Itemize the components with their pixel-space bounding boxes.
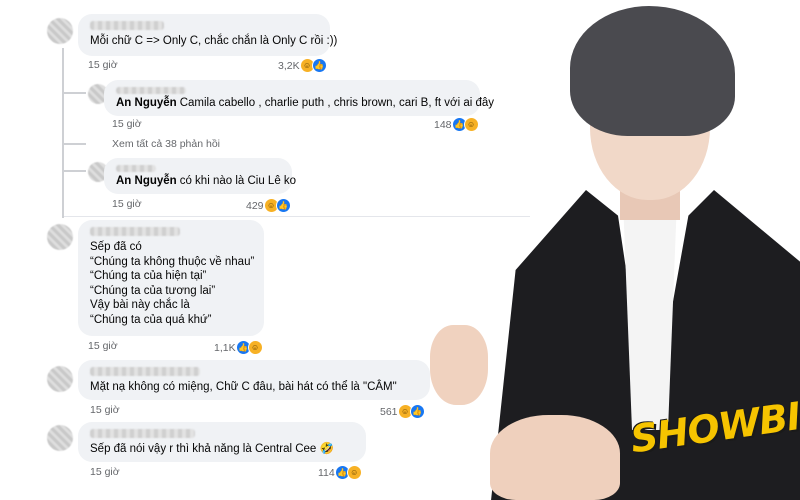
comment-time[interactable]: 15 giờ bbox=[90, 404, 120, 416]
comment-text: Mỗi chữ C => Only C, chắc chắn là Only C… bbox=[90, 35, 338, 47]
like-icon: 👍 bbox=[409, 404, 425, 419]
thread-line-branch-2 bbox=[62, 143, 86, 145]
comment-time[interactable]: 15 giờ bbox=[88, 59, 118, 71]
comment-text-line: “Chúng ta của hiện tại” bbox=[90, 270, 207, 282]
comment-bubble: Sếp đã có “Chúng ta không thuộc về nhau”… bbox=[78, 220, 264, 336]
reaction-summary[interactable]: 1,1K 👍 ☺ bbox=[214, 340, 263, 355]
haha-icon: ☺ bbox=[247, 340, 263, 355]
like-icon: 👍 bbox=[311, 58, 327, 73]
reaction-count: 561 bbox=[380, 405, 398, 418]
like-icon: 👍 bbox=[275, 198, 291, 213]
haha-icon: ☺ bbox=[463, 117, 479, 132]
reply-bubble: An Nguyễn Camila cabello , charlie puth ,… bbox=[104, 80, 494, 116]
comment-time[interactable]: 15 giờ bbox=[112, 198, 142, 210]
thread-line-branch-1 bbox=[62, 92, 86, 94]
comment-time[interactable]: 15 giờ bbox=[90, 466, 120, 478]
reaction-count: 429 bbox=[246, 199, 264, 212]
comment-text-line: “Chúng ta không thuộc về nhau” bbox=[90, 255, 255, 268]
blurred-author-name bbox=[90, 367, 200, 376]
reaction-count: 114 bbox=[318, 466, 335, 479]
haha-icon: ☺ bbox=[346, 465, 362, 480]
avatar[interactable] bbox=[47, 366, 73, 392]
avatar[interactable] bbox=[47, 224, 73, 250]
comment-time[interactable]: 15 giờ bbox=[88, 340, 118, 352]
reaction-count: 3,2K bbox=[278, 59, 300, 72]
thread-line-main bbox=[62, 48, 64, 218]
comment-text: Camila cabello , charlie puth , chris br… bbox=[179, 97, 495, 109]
reply-author-name[interactable]: An Nguyễn bbox=[116, 97, 177, 109]
comment-bubble: Sếp đã nói vậy r thì khả năng là Central… bbox=[78, 422, 366, 462]
reaction-count: 148 bbox=[434, 118, 452, 131]
avatar[interactable] bbox=[47, 425, 73, 451]
comment-text: Mặt nạ không có miệng, Chữ C đâu, bài há… bbox=[90, 381, 397, 393]
hand-shape bbox=[430, 325, 488, 405]
reaction-summary[interactable]: 561 ☺ 👍 bbox=[380, 404, 425, 419]
divider bbox=[64, 216, 530, 217]
comment-text-line: Vậy bài này chắc là bbox=[90, 299, 190, 311]
blurred-author-name bbox=[116, 165, 156, 172]
blurred-author-name bbox=[116, 87, 186, 94]
comment-text-line: “Chúng ta của quá khứ” bbox=[90, 313, 212, 326]
reaction-summary[interactable]: 114 👍 ☺ bbox=[318, 465, 362, 480]
comment-bubble: Mỗi chữ C => Only C, chắc chắn là Only C… bbox=[78, 14, 338, 56]
avatar[interactable] bbox=[47, 18, 73, 44]
comment-bubble: Mặt nạ không có miệng, Chữ C đâu, bài há… bbox=[78, 360, 430, 400]
reaction-summary[interactable]: 148 👍 ☺ bbox=[434, 117, 479, 132]
blurred-author-name bbox=[90, 227, 180, 236]
blurred-author-name bbox=[90, 429, 195, 438]
comment-text-line: Sếp đã có bbox=[90, 241, 142, 253]
blurred-author-name bbox=[90, 21, 164, 30]
reaction-count: 1,1K bbox=[214, 341, 236, 354]
view-all-replies-link[interactable]: Xem tất cả 38 phản hồi bbox=[112, 138, 220, 150]
hand-shape-lower bbox=[490, 415, 620, 500]
comment-text: có khi nào là Ciu Lê ko bbox=[179, 175, 297, 187]
reaction-summary[interactable]: 3,2K ☺ 👍 bbox=[278, 58, 327, 73]
comment-time[interactable]: 15 giờ bbox=[112, 118, 142, 130]
hair-shape bbox=[570, 6, 735, 136]
thread-line-branch-3 bbox=[62, 170, 86, 172]
comment-text-line: “Chúng ta của tương lai” bbox=[90, 284, 216, 297]
reply-author-name[interactable]: An Nguyễn bbox=[116, 175, 177, 187]
reaction-summary[interactable]: 429 ☺ 👍 bbox=[246, 198, 291, 213]
reply-bubble: An Nguyễn có khi nào là Ciu Lê ko bbox=[104, 158, 296, 194]
comment-text: Sếp đã nói vậy r thì khả năng là Central… bbox=[90, 443, 334, 455]
